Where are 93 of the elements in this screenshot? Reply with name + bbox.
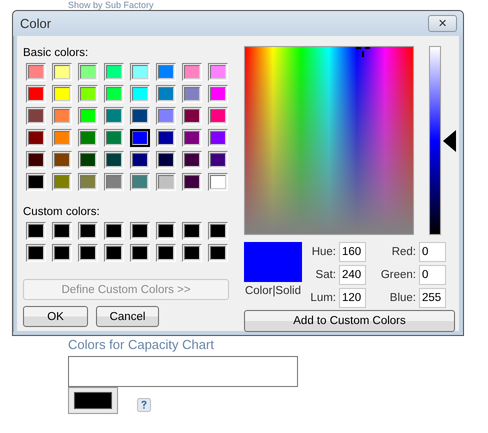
color-swatch[interactable] — [26, 151, 46, 169]
color-swatch[interactable] — [78, 63, 98, 81]
color-swatch[interactable] — [130, 244, 150, 262]
color-swatch[interactable] — [104, 222, 124, 240]
color-swatch[interactable] — [52, 63, 72, 81]
color-swatch[interactable] — [26, 129, 46, 147]
color-swatch[interactable] — [182, 222, 202, 240]
add-to-custom-colors-button[interactable]: Add to Custom Colors — [244, 310, 455, 332]
color-swatch[interactable] — [130, 63, 150, 81]
luminance-slider[interactable] — [429, 46, 456, 235]
color-swatch[interactable] — [130, 107, 150, 125]
color-swatch[interactable] — [156, 222, 176, 240]
color-swatch[interactable] — [26, 173, 46, 191]
color-swatch[interactable] — [130, 222, 150, 240]
color-swatch[interactable] — [182, 85, 202, 103]
spectrum-picker[interactable] — [244, 46, 414, 235]
color-swatch[interactable] — [156, 107, 176, 125]
color-swatch[interactable] — [78, 129, 98, 147]
color-swatch[interactable] — [52, 85, 72, 103]
color-swatch[interactable] — [78, 107, 98, 125]
window-title: Color — [20, 16, 52, 31]
color-swatch[interactable] — [130, 173, 150, 191]
ok-button[interactable]: OK — [23, 306, 88, 327]
input-field[interactable]: 0 — [419, 242, 446, 262]
color-swatch[interactable] — [208, 129, 228, 147]
color-button[interactable] — [68, 387, 118, 414]
color-swatch[interactable] — [26, 222, 46, 240]
color-swatch[interactable] — [208, 63, 228, 81]
field-label: Green: — [380, 268, 417, 283]
color-swatch[interactable] — [208, 244, 228, 262]
color-swatch[interactable] — [104, 63, 124, 81]
color-swatch[interactable] — [104, 129, 124, 147]
color-swatch[interactable] — [52, 222, 72, 240]
color-swatch[interactable] — [104, 173, 124, 191]
cancel-button[interactable]: Cancel — [96, 306, 159, 327]
color-swatch[interactable] — [52, 107, 72, 125]
field-label: Lum: — [309, 291, 337, 306]
color-swatch[interactable] — [130, 151, 150, 169]
color-swatch[interactable] — [104, 151, 124, 169]
input-field[interactable]: 255 — [419, 288, 446, 308]
preview-label: Color|Solid — [244, 285, 302, 297]
color-swatch[interactable] — [156, 63, 176, 81]
color-swatch[interactable] — [52, 173, 72, 191]
field-label: Red: — [390, 245, 417, 260]
crosshair-icon — [356, 47, 370, 57]
input-field[interactable] — [68, 356, 298, 387]
section-label: Colors for Capacity Chart — [68, 336, 215, 354]
color-swatch[interactable] — [104, 107, 124, 125]
field-label: Blue: — [388, 291, 417, 306]
color-swatch[interactable] — [208, 107, 228, 125]
color-swatch[interactable] — [208, 85, 228, 103]
input-field[interactable]: 240 — [339, 265, 366, 285]
color-swatch[interactable] — [104, 85, 124, 103]
color-swatch[interactable] — [182, 63, 202, 81]
input-field[interactable]: 160 — [339, 242, 366, 262]
color-swatch[interactable] — [130, 85, 150, 103]
color-swatch[interactable] — [26, 107, 46, 125]
color-swatch[interactable] — [78, 85, 98, 103]
basic-colors-label: Basic colors: — [23, 46, 90, 61]
color-swatch[interactable] — [182, 107, 202, 125]
color-swatch[interactable] — [52, 244, 72, 262]
color-swatch[interactable] — [52, 151, 72, 169]
field-label: Hue: — [310, 245, 337, 260]
color-swatch[interactable] — [208, 151, 228, 169]
color-swatch[interactable] — [52, 129, 72, 147]
color-swatch[interactable] — [182, 129, 202, 147]
field-label: Sat: — [314, 268, 337, 283]
color-swatch[interactable] — [26, 85, 46, 103]
color-swatch[interactable] — [182, 244, 202, 262]
color-swatch[interactable] — [156, 151, 176, 169]
color-swatch[interactable] — [156, 244, 176, 262]
input-field[interactable]: 0 — [419, 265, 446, 285]
section-heading: Show by Sub Factory — [68, 0, 155, 10]
color-swatch[interactable] — [104, 244, 124, 262]
custom-colors-label: Custom colors: — [23, 205, 101, 220]
color-swatch[interactable] — [130, 129, 150, 147]
color-swatch[interactable] — [26, 63, 46, 81]
close-button[interactable]: ✕ — [428, 15, 457, 32]
color-swatch[interactable] — [26, 244, 46, 262]
color-swatch[interactable] — [156, 129, 176, 147]
color-swatch[interactable] — [78, 222, 98, 240]
color-swatch[interactable] — [78, 244, 98, 262]
color-swatch[interactable] — [182, 173, 202, 191]
color-swatch[interactable] — [156, 85, 176, 103]
color-swatch[interactable] — [156, 173, 176, 191]
input-field[interactable]: 120 — [339, 288, 366, 308]
color-swatch[interactable] — [78, 173, 98, 191]
color-swatch[interactable] — [208, 173, 228, 191]
color-swatch[interactable] — [78, 151, 98, 169]
color-preview — [244, 242, 302, 282]
help-icon[interactable] — [137, 398, 151, 412]
color-swatch[interactable] — [182, 151, 202, 169]
color-swatch[interactable] — [208, 222, 228, 240]
